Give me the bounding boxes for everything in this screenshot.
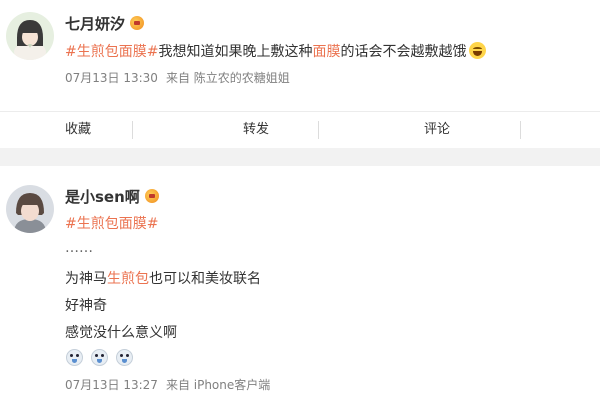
post-source[interactable]: 来自 陈立农的农糖姐姐 [166, 71, 290, 85]
keyword-link[interactable]: 面膜 [312, 44, 340, 60]
crying-face-sticker-icon [91, 349, 108, 366]
post-text-line: 感觉没什么意义啊 [65, 325, 177, 341]
post-text: #生煎包面膜#我想知道如果晚上敷这种面膜的话会不会越敷越饿 [65, 41, 487, 61]
favorite-button[interactable]: 收藏 [65, 112, 91, 148]
post-meta: 07月13日 13:27 来自 iPhone客户端 [65, 376, 278, 393]
post-date[interactable]: 07月13日 13:27 [65, 378, 158, 392]
action-bar: 收藏 转发 评论 [0, 111, 600, 147]
repost-button[interactable]: 转发 [243, 112, 269, 148]
keyword-link[interactable]: 生煎包 [107, 271, 149, 287]
post-text-segment: 为神马 [65, 271, 107, 287]
post-date[interactable]: 07月13日 13:30 [65, 71, 158, 85]
username[interactable]: 是小sen啊 [65, 186, 159, 207]
divider [132, 121, 133, 139]
username[interactable]: 七月妍汐 [65, 13, 145, 34]
divider [520, 121, 521, 139]
avatar[interactable] [6, 12, 54, 60]
grinning-sweat-emoji-icon [469, 42, 487, 59]
vip-crown-icon [144, 189, 159, 203]
crying-face-sticker-icon [66, 349, 83, 366]
comment-label: 评论 [424, 122, 451, 137]
post-text-body: 我想知道如果晚上敷这种 [158, 44, 313, 60]
post-text-segment: 也可以和美妆联名 [149, 271, 261, 287]
crying-face-sticker-icon [116, 349, 133, 366]
username-text[interactable]: 是小sen啊 [65, 188, 140, 206]
vip-crown-icon [130, 16, 145, 30]
post-text-line: 好神奇 [65, 298, 107, 314]
avatar[interactable] [6, 185, 54, 233]
ellipsis-text: …… [65, 240, 93, 256]
hashtag-link[interactable]: #生煎包面膜# [65, 44, 158, 60]
post-card: 七月妍汐 #生煎包面膜#我想知道如果晚上敷这种面膜的话会不会越敷越饿 07月13… [0, 0, 600, 148]
divider [318, 121, 319, 139]
username-text[interactable]: 七月妍汐 [65, 15, 125, 33]
favorite-label: 收藏 [65, 122, 92, 137]
comment-button[interactable]: 评论 [424, 112, 450, 148]
hashtag-link[interactable]: #生煎包面膜# [65, 213, 158, 233]
post-meta: 07月13日 13:30 来自 陈立农的农糖姐姐 [65, 69, 298, 86]
post-source[interactable]: 来自 iPhone客户端 [166, 378, 270, 392]
repost-label: 转发 [243, 122, 270, 137]
post-text-line: 为神马生煎包也可以和美妆联名 [65, 268, 261, 288]
post-text-tail: 的话会不会越敷越饿 [340, 44, 467, 60]
